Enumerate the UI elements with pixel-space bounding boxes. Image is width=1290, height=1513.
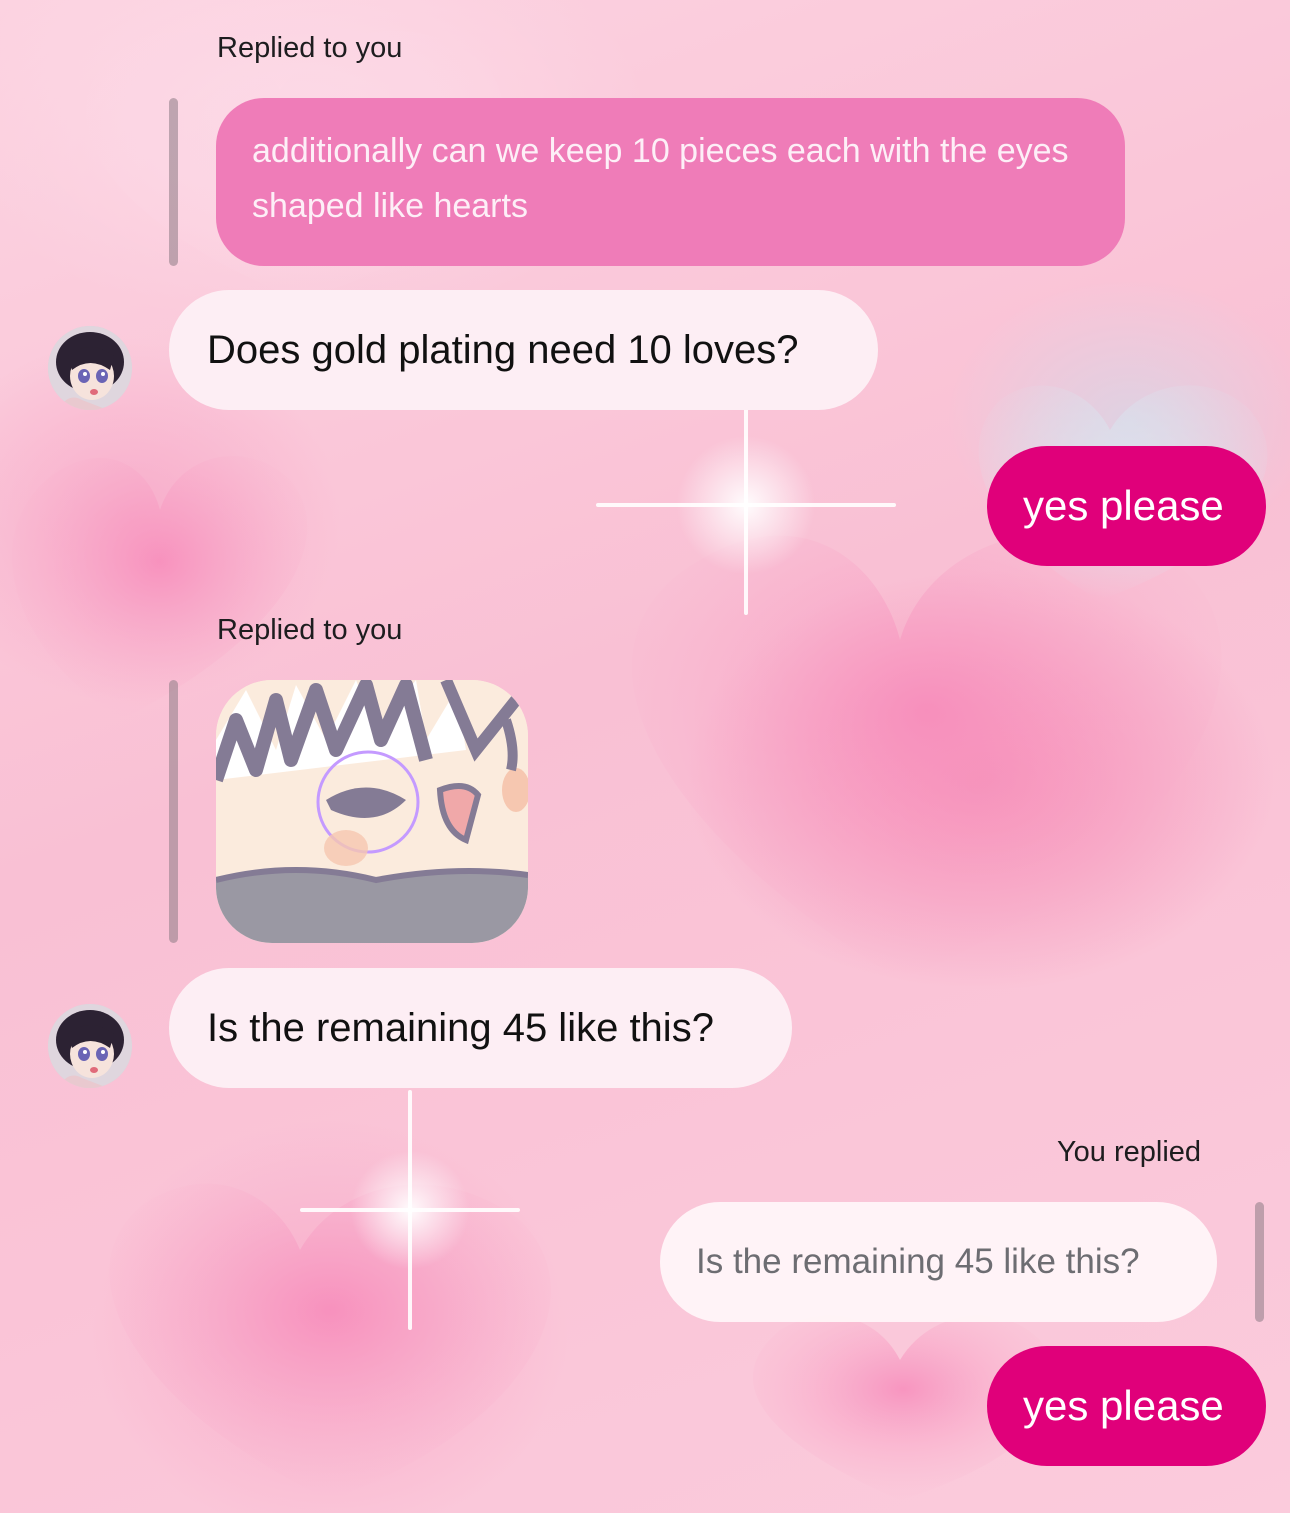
outgoing-message-bubble[interactable]: yes please <box>987 1346 1266 1466</box>
heart-shape <box>631 531 1222 980</box>
quoted-message-bubble[interactable]: additionally can we keep 10 pieces each … <box>216 98 1125 266</box>
reply-context-label: Replied to you <box>217 614 403 646</box>
outgoing-message-text: yes please <box>1023 482 1224 529</box>
outgoing-message-text: yes please <box>1023 1382 1224 1429</box>
reply-indicator-bar <box>169 98 178 266</box>
quoted-message-bubble[interactable]: Is the remaining 45 like this? <box>660 1202 1217 1322</box>
cartoon-face-thumbnail <box>216 680 528 943</box>
incoming-message-text: Does gold plating need 10 loves? <box>207 327 799 372</box>
incoming-message-bubble[interactable]: Is the remaining 45 like this? <box>169 968 792 1088</box>
avatar[interactable] <box>48 326 132 410</box>
heart-shape <box>109 1183 551 1500</box>
outgoing-message-bubble[interactable]: yes please <box>987 446 1266 566</box>
reply-indicator-bar <box>169 680 178 943</box>
reply-context-label: You replied <box>1057 1136 1202 1168</box>
reply-context-label: Replied to you <box>217 32 403 64</box>
anime-girl-avatar-icon <box>48 1004 132 1088</box>
incoming-message-bubble[interactable]: Does gold plating need 10 loves? <box>169 290 878 410</box>
quoted-image-thumbnail[interactable] <box>216 680 528 943</box>
incoming-message-text: Is the remaining 45 like this? <box>207 1005 714 1050</box>
quoted-message-text: additionally can we keep 10 pieces each … <box>252 132 1069 225</box>
avatar[interactable] <box>48 1004 132 1088</box>
anime-girl-avatar-icon <box>48 326 132 410</box>
reply-indicator-bar <box>1255 1202 1264 1322</box>
quoted-message-text: Is the remaining 45 like this? <box>696 1242 1140 1281</box>
